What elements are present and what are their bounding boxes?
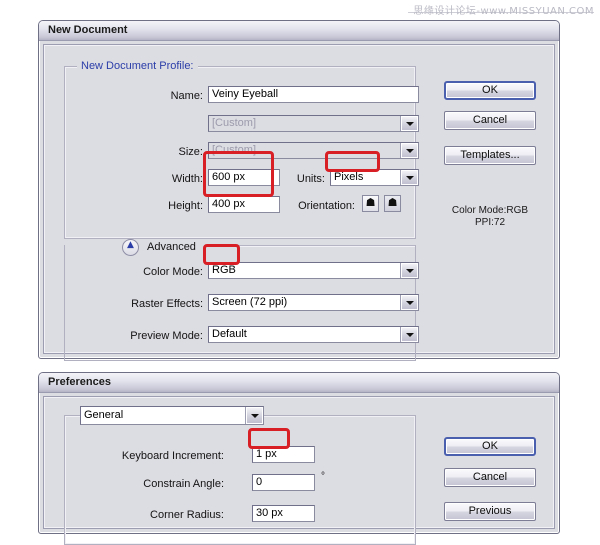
keyboard-increment-label: Keyboard Increment: (121, 450, 224, 462)
preferences-body: General Keyboard Increment: 1 px Constra… (43, 396, 555, 545)
size-combo-value: [Custom] (212, 144, 257, 156)
templates-button[interactable]: Templates... (444, 146, 536, 165)
units-combo[interactable]: Pixels (330, 169, 419, 186)
keyboard-increment-input[interactable]: 1 px (252, 446, 315, 463)
preferences-dialog: Preferences General Keyboard Increment: … (38, 372, 560, 545)
watermark: 思缘设计论坛-www.MISSYUAN.COM (413, 2, 594, 17)
chevron-down-icon[interactable] (400, 143, 418, 158)
new-document-body: New Document Profile: Name: Veiny Eyebal… (43, 44, 555, 361)
constrain-angle-input[interactable]: 0 (252, 474, 315, 491)
chevron-down-icon[interactable] (245, 407, 263, 424)
cancel-button[interactable]: Cancel (444, 111, 536, 130)
size-label: Size: (178, 146, 203, 158)
width-input[interactable]: 600 px (208, 169, 280, 186)
new-document-title: New Document (48, 24, 128, 36)
category-combo-value: General (84, 409, 124, 421)
width-label: Width: (171, 173, 203, 185)
raster-effects-value: Screen (72 ppi) (212, 296, 288, 308)
ok-button[interactable]: OK (444, 81, 536, 100)
color-mode-value: RGB (212, 264, 236, 276)
profile-groupbox-label: New Document Profile: (77, 60, 198, 72)
color-mode-label: Color Mode: (143, 266, 203, 278)
profile-combo[interactable]: [Custom] (208, 115, 419, 132)
chevron-down-icon[interactable] (400, 116, 418, 131)
height-input[interactable]: 400 px (208, 196, 280, 213)
corner-radius-input[interactable]: 30 px (252, 505, 315, 522)
preview-mode-value: Default (212, 328, 247, 340)
color-mode-combo[interactable]: RGB (208, 262, 419, 279)
watermark-chinese: 思缘设计论坛 (413, 6, 477, 17)
chevron-down-icon[interactable] (400, 170, 418, 185)
raster-effects-combo[interactable]: Screen (72 ppi) (208, 294, 419, 311)
preview-mode-combo[interactable]: Default (208, 326, 419, 343)
corner-radius-label: Corner Radius: (150, 509, 224, 521)
previous-button[interactable]: Previous (444, 502, 536, 521)
category-combo[interactable]: General (80, 406, 264, 425)
height-label: Height: (168, 200, 203, 212)
summary-color-mode: Color Mode:RGB (451, 205, 529, 216)
preview-mode-label: Preview Mode: (130, 330, 203, 342)
name-input[interactable]: Veiny Eyeball (208, 86, 419, 103)
degree-symbol: ° (321, 471, 325, 482)
new-document-titlebar: New Document (39, 21, 559, 41)
orientation-label: Orientation: (298, 200, 355, 212)
constrain-angle-label: Constrain Angle: (143, 478, 224, 490)
landscape-icon[interactable]: ☗ (384, 195, 401, 212)
profile-combo-value: [Custom] (212, 117, 257, 129)
watermark-site: -www.MISSYUAN.COM (476, 6, 594, 17)
ok-button[interactable]: OK (444, 437, 536, 456)
cancel-button[interactable]: Cancel (444, 468, 536, 487)
portrait-icon[interactable]: ☗ (362, 195, 379, 212)
preferences-title: Preferences (48, 376, 111, 388)
units-label: Units: (296, 173, 325, 185)
new-document-dialog: New Document New Document Profile: Name:… (38, 20, 560, 361)
name-label: Name: (170, 90, 203, 102)
chevron-down-icon[interactable] (400, 327, 418, 342)
units-combo-value: Pixels (334, 171, 364, 183)
size-combo[interactable]: [Custom] (208, 142, 419, 159)
chevron-down-icon[interactable] (400, 263, 418, 278)
preferences-titlebar: Preferences (39, 373, 559, 393)
raster-effects-label: Raster Effects: (131, 298, 203, 310)
chevron-down-icon[interactable] (400, 295, 418, 310)
summary-ppi: PPI:72 (474, 217, 506, 228)
